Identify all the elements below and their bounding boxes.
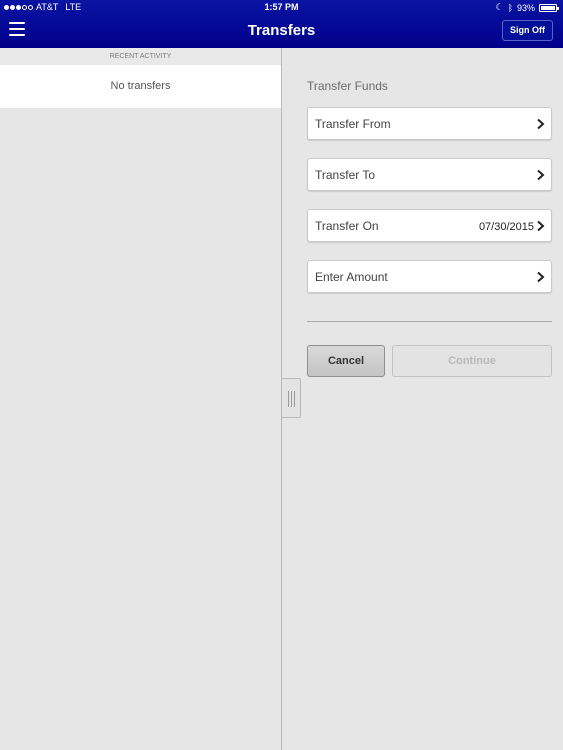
transfer-from-field[interactable]: Transfer From [307,107,552,140]
transfer-on-date: 07/30/2015 [478,221,534,233]
chevron-right-icon [537,271,545,283]
battery-icon [539,3,559,12]
moon-icon: ☾ [495,2,504,12]
transfer-on-label: Transfer On [315,219,379,233]
status-right: ☾ ᛒ 93% [495,2,559,13]
status-time: 1:57 PM [264,2,299,12]
transfer-to-field[interactable]: Transfer To [307,158,552,191]
panel-resize-handle[interactable] [282,378,301,418]
cancel-button[interactable]: Cancel [307,345,385,377]
no-transfers-message: No transfers [0,65,281,108]
sign-off-button[interactable]: Sign Off [502,20,553,41]
enter-amount-label: Enter Amount [315,270,388,284]
transfer-to-label: Transfer To [315,168,376,182]
continue-button[interactable]: Continue [392,345,552,377]
page-title: Transfers [247,22,316,39]
chevron-right-icon [537,169,545,181]
transfer-from-label: Transfer From [315,117,391,131]
recent-activity-header: RECENT ACTIVITY [0,48,281,65]
chevron-right-icon [537,220,545,232]
top-bar: AT&T LTE 1:57 PM ☾ ᛒ 93% Transfers Sign … [0,0,563,48]
transfer-on-field[interactable]: Transfer On 07/30/2015 [307,209,552,242]
chevron-right-icon [537,118,545,130]
status-bar: AT&T LTE 1:57 PM ☾ ᛒ 93% [0,0,563,16]
enter-amount-field[interactable]: Enter Amount [307,260,552,293]
divider [307,321,552,322]
transfer-funds-title: Transfer Funds [307,79,388,93]
battery-percent: 93% [516,2,535,13]
recent-activity-panel: RECENT ACTIVITY No transfers [0,48,282,750]
transfer-funds-panel: Transfer Funds Transfer From Transfer To… [282,48,563,750]
bluetooth-icon: ᛒ [507,2,513,13]
